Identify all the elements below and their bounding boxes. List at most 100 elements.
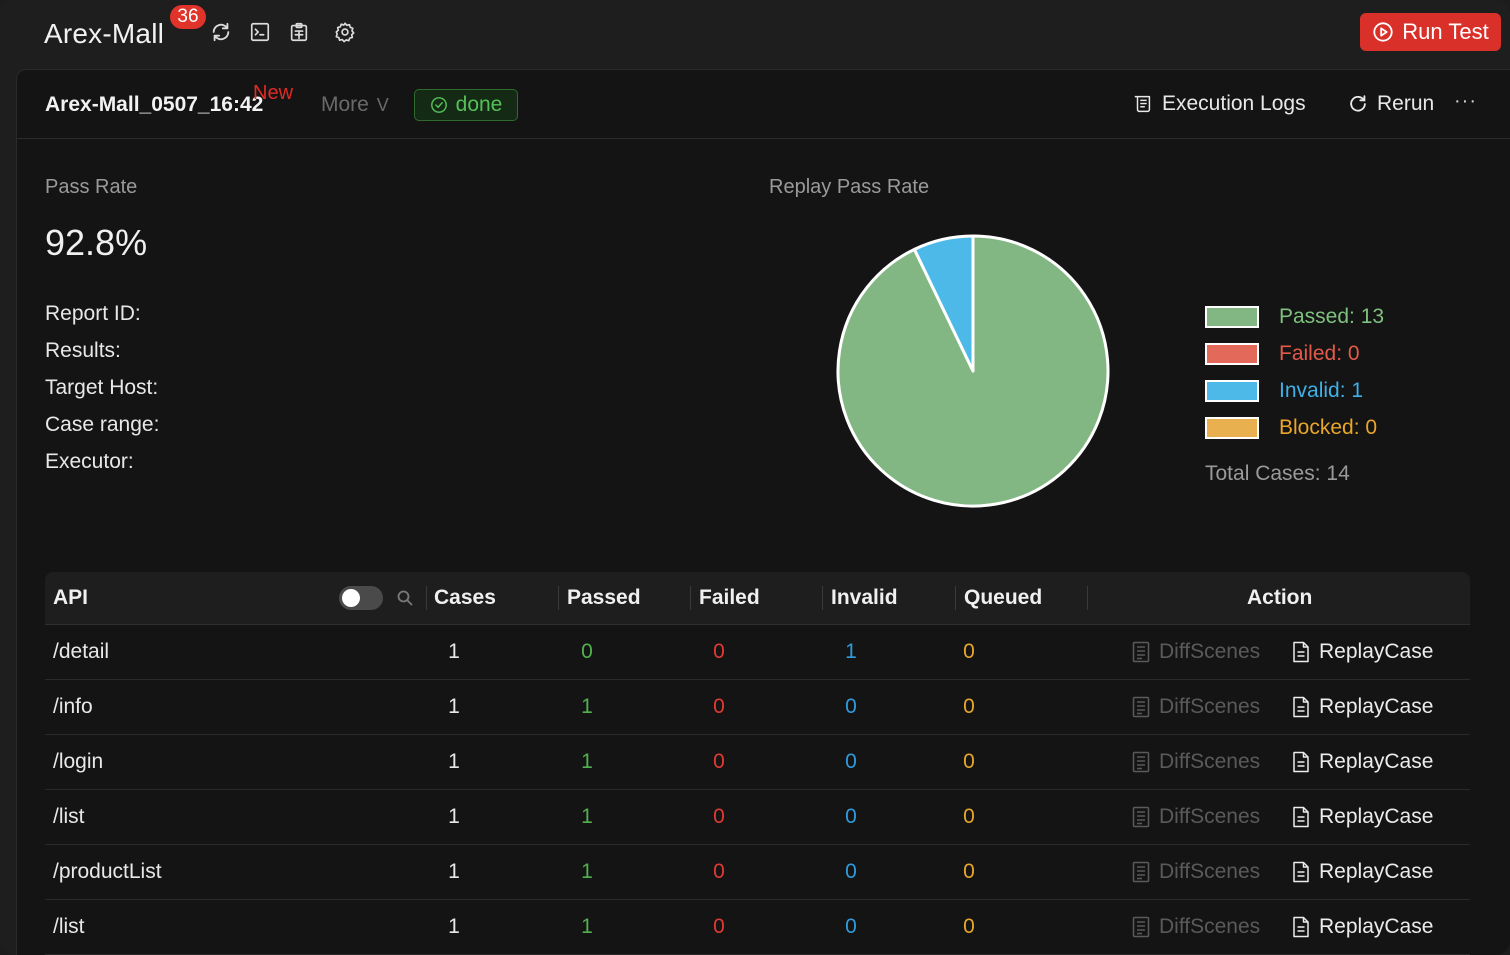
failed-count: 0 <box>713 915 725 938</box>
report-panel: Arex-Mall_0507_16:42 New More V done Exe… <box>16 69 1510 955</box>
diff-scenes-button[interactable]: DiffScenes <box>1131 680 1260 734</box>
report-name: Arex-Mall_0507_16:42 <box>45 93 264 116</box>
passed-count: 1 <box>581 695 593 718</box>
queued-count: 0 <box>963 750 975 773</box>
search-icon[interactable] <box>395 588 415 608</box>
app-window: Arex-Mall 36 Run Test Arex-Mall_0507_16:… <box>0 0 1510 955</box>
run-test-label: Run Test <box>1402 19 1489 44</box>
diff-scenes-label: DiffScenes <box>1159 860 1261 883</box>
invalid-count: 0 <box>845 860 857 883</box>
col-invalid: Invalid <box>831 586 898 609</box>
queued-count: 0 <box>963 915 975 938</box>
run-test-button[interactable]: Run Test <box>1360 13 1501 51</box>
diff-scenes-button[interactable]: DiffScenes <box>1131 900 1260 954</box>
diff-scenes-button[interactable]: DiffScenes <box>1131 790 1260 844</box>
replay-case-label: ReplayCase <box>1319 750 1434 773</box>
invalid-count: 0 <box>845 750 857 773</box>
info-results: Results: <box>45 339 121 362</box>
toggle-knob <box>342 589 360 607</box>
legend-swatch-invalid <box>1205 379 1259 402</box>
replay-case-button[interactable]: ReplayCase <box>1291 790 1433 844</box>
invalid-count: 0 <box>845 695 857 718</box>
legend-label-blocked: Blocked: 0 <box>1279 415 1378 439</box>
file-icon <box>1293 806 1309 828</box>
document-icon <box>1132 641 1150 663</box>
column-divider <box>690 586 691 610</box>
file-icon <box>1293 696 1309 718</box>
settings-icon[interactable] <box>333 20 357 44</box>
api-path[interactable]: /detail <box>53 625 109 679</box>
file-icon <box>1293 641 1309 663</box>
legend-swatch-blocked <box>1205 416 1259 439</box>
replay-case-label: ReplayCase <box>1319 915 1434 938</box>
cases-count: 1 <box>448 915 460 938</box>
scroll-log-icon <box>1134 95 1151 113</box>
pass-rate-label: Pass Rate <box>45 176 138 198</box>
api-path[interactable]: /login <box>53 735 103 789</box>
diff-scenes-label: DiffScenes <box>1159 805 1261 828</box>
diff-scenes-label: DiffScenes <box>1159 695 1261 718</box>
more-options-icon[interactable]: ··· <box>1454 90 1477 113</box>
terminal-icon[interactable] <box>248 20 272 44</box>
col-passed: Passed <box>567 586 641 609</box>
replay-case-label: ReplayCase <box>1319 640 1434 663</box>
failed-count: 0 <box>713 695 725 718</box>
column-divider <box>1087 586 1088 610</box>
cases-count: 1 <box>448 860 460 883</box>
column-divider <box>426 586 427 610</box>
document-icon <box>1132 861 1150 883</box>
diff-scenes-button[interactable]: DiffScenes <box>1131 735 1260 789</box>
table-row: /login 1 1 0 0 0 DiffScenes ReplayCase <box>45 735 1470 790</box>
replay-case-button[interactable]: ReplayCase <box>1291 845 1433 899</box>
replay-case-button[interactable]: ReplayCase <box>1291 625 1433 679</box>
status-badge: done <box>414 89 518 121</box>
table-row: /list 1 1 0 0 0 DiffScenes ReplayCase <box>45 790 1470 845</box>
refresh-icon[interactable] <box>209 20 233 44</box>
notification-badge: 36 <box>170 5 206 29</box>
api-table: API Cases Passed Failed Invalid Queued A <box>45 572 1470 955</box>
rerun-label: Rerun <box>1377 92 1435 115</box>
table-body: /detail 1 0 0 1 0 DiffScenes ReplayCase … <box>45 625 1470 955</box>
col-failed: Failed <box>699 586 760 609</box>
replay-case-label: ReplayCase <box>1319 860 1434 883</box>
diff-scenes-button[interactable]: DiffScenes <box>1131 625 1260 679</box>
api-path[interactable]: /list <box>53 900 85 954</box>
legend-item-failed: Failed: 0 <box>1205 335 1384 372</box>
clipboard-icon[interactable] <box>287 20 311 44</box>
api-path[interactable]: /list <box>53 790 85 844</box>
replay-case-button[interactable]: ReplayCase <box>1291 900 1433 954</box>
column-divider <box>955 586 956 610</box>
api-filter-toggle[interactable] <box>339 586 383 610</box>
col-api: API <box>53 586 89 609</box>
replay-case-button[interactable]: ReplayCase <box>1291 680 1433 734</box>
info-case-range: Case range: <box>45 413 160 436</box>
table-row: /detail 1 0 0 1 0 DiffScenes ReplayCase <box>45 625 1470 680</box>
chart-title: Replay Pass Rate <box>769 176 930 198</box>
info-executor: Executor: <box>45 450 134 473</box>
passed-count: 0 <box>581 640 593 663</box>
legend-item-blocked: Blocked: 0 <box>1205 409 1384 446</box>
more-label: More <box>321 93 369 116</box>
legend-swatch-passed <box>1205 305 1259 328</box>
execution-logs-label: Execution Logs <box>1162 92 1306 115</box>
pass-rate-value: 92.8% <box>45 222 148 263</box>
chart-legend: Passed: 13 Failed: 0 Invalid: 1 Blocked:… <box>1205 298 1384 446</box>
api-path[interactable]: /info <box>53 680 93 734</box>
rerun-button[interactable]: Rerun <box>1347 92 1434 116</box>
execution-logs-button[interactable]: Execution Logs <box>1132 92 1306 116</box>
api-path[interactable]: /productList <box>53 845 162 899</box>
info-target-host: Target Host: <box>45 376 159 399</box>
status-label: done <box>455 93 503 116</box>
failed-count: 0 <box>713 640 725 663</box>
legend-label-passed: Passed: 13 <box>1279 304 1385 328</box>
more-dropdown[interactable]: More V <box>321 93 389 117</box>
pie-chart <box>835 233 1111 514</box>
diff-scenes-button[interactable]: DiffScenes <box>1131 845 1260 899</box>
check-circle-icon <box>430 97 447 113</box>
file-icon <box>1293 916 1309 938</box>
queued-count: 0 <box>963 860 975 883</box>
passed-count: 1 <box>581 750 593 773</box>
replay-case-button[interactable]: ReplayCase <box>1291 735 1433 789</box>
invalid-count: 1 <box>845 640 857 663</box>
cases-count: 1 <box>448 695 460 718</box>
